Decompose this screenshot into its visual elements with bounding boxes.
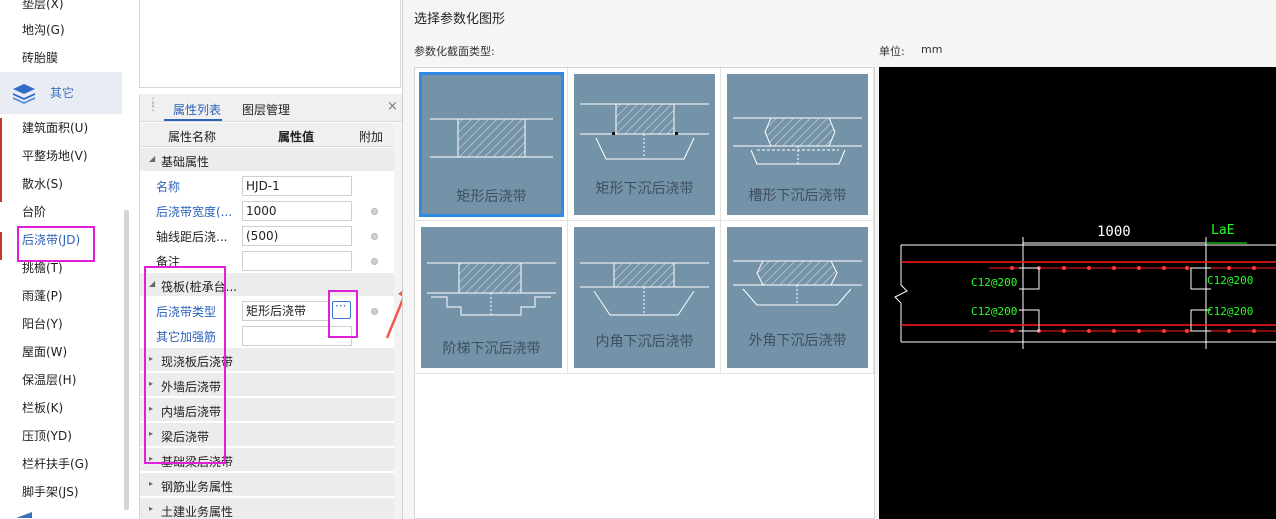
option-thumbnail: 内角下沉后浇带 (574, 227, 715, 368)
nav-item-balcony[interactable]: 阳台(Y) (22, 314, 63, 334)
cad-preview: 1000 LaE C12@200 C12@200 C12@200 C12@200 (879, 67, 1276, 519)
option-inner-angle-sunken[interactable]: 内角下沉后浇带 (568, 221, 721, 374)
option-thumbnail: 外角下沉后浇带 (727, 227, 868, 368)
close-icon[interactable]: × (387, 99, 398, 114)
unit-label: 单位: (879, 45, 905, 58)
option-label: 内角下沉后浇带 (595, 334, 694, 350)
option-thumbnail: 阶梯下沉后浇带 (421, 227, 562, 368)
group-label: 土建业务属性 (161, 505, 234, 519)
highlight-box-nav (17, 226, 95, 262)
option-label: 阶梯下沉后浇带 (442, 341, 541, 357)
option-outer-angle-sunken[interactable]: 外角下沉后浇带 (721, 221, 874, 374)
col-header-value: 属性值 (278, 130, 315, 144)
rebar-label: C12@200 (1207, 305, 1253, 318)
nav-accent-bar (0, 118, 2, 202)
option-stepped-sunken[interactable]: 阶梯下沉后浇带 (415, 221, 568, 374)
nav-bottom-icon (16, 512, 32, 518)
section-type-grid: 矩形后浇带 矩形下沉后浇带 槽形下沉后浇带 阶梯下沉后浇带 内角下沉后浇带 外角… (414, 67, 875, 519)
nav-item-steps[interactable]: 台阶 (22, 202, 46, 222)
dimension-label: 1000 (1097, 224, 1131, 240)
left-navigation: 垫层(X) 地沟(G) 砖胎膜 其它 建筑面积(U) 平整场地(V) 散水(S)… (0, 0, 131, 519)
highlight-box-ellipsis (328, 290, 358, 338)
option-thumbnail: 矩形后浇带 (419, 72, 564, 217)
option-label: 外角下沉后浇带 (748, 333, 847, 349)
col-header-name: 属性名称 (168, 130, 217, 144)
prop-label: 轴线距后浇... (156, 230, 228, 244)
nav-item-apron[interactable]: 散水(S) (22, 174, 63, 194)
option-rectangular-sunken[interactable]: 矩形下沉后浇带 (568, 68, 721, 221)
prop-value-input[interactable]: HJD-1 (242, 176, 352, 196)
prop-row-width: 后浇带宽度(... 1000 (140, 198, 394, 223)
collapse-icon: ◢ (149, 154, 156, 163)
group-row-civil-business[interactable]: ▸ 土建业务属性 (140, 498, 394, 519)
option-trough-sunken[interactable]: 槽形下沉后浇带 (721, 68, 874, 221)
unit-value: mm (921, 43, 943, 56)
rebar-label: C12@200 (1207, 274, 1253, 287)
option-label: 矩形后浇带 (456, 189, 527, 205)
nav-item-parapet[interactable]: 栏板(K) (22, 398, 63, 418)
lae-label: LaE (1211, 223, 1234, 238)
nav-item-building-area[interactable]: 建筑面积(U) (22, 118, 88, 138)
nav-item-canopy[interactable]: 雨蓬(P) (22, 286, 63, 306)
property-table-header: 属性名称 属性值 附加 (140, 123, 394, 147)
highlight-box-groups (144, 266, 226, 464)
option-label: 槽形下沉后浇带 (748, 188, 847, 204)
prop-row-axis-distance: 轴线距后浇... (500) (140, 223, 394, 248)
tab-layer-management[interactable]: 图层管理 (242, 101, 290, 118)
option-thumbnail: 矩形下沉后浇带 (574, 74, 715, 215)
extra-checkbox[interactable] (371, 308, 378, 315)
nav-item-insulation[interactable]: 保温层(H) (22, 370, 76, 390)
nav-item-scaffold[interactable]: 脚手架(JS) (22, 482, 79, 502)
nav-item-railing[interactable]: 栏杆扶手(G) (22, 454, 89, 474)
rebar-label: C12@200 (971, 276, 1017, 289)
cad-preview-drawing: 1000 LaE C12@200 C12@200 C12@200 C12@200 (894, 223, 1276, 349)
group-row-basic[interactable]: ◢ 基础属性 (140, 148, 394, 172)
nav-group-other[interactable]: 其它 (0, 72, 122, 114)
option-label: 矩形下沉后浇带 (595, 181, 694, 197)
extra-checkbox[interactable] (371, 208, 378, 215)
prop-value-input[interactable] (242, 251, 352, 271)
nav-item-cushion[interactable]: 垫层(X) (22, 0, 64, 14)
tab-property-list[interactable]: 属性列表 (173, 101, 221, 118)
nav-item-brick-membrane[interactable]: 砖胎膜 (22, 48, 58, 68)
extra-checkbox[interactable] (371, 233, 378, 240)
drawing-area-blank (139, 0, 401, 88)
nav-item-roof[interactable]: 屋面(W) (22, 342, 67, 362)
prop-row-name: 名称 HJD-1 (140, 173, 394, 198)
rebar-label: C12@200 (971, 305, 1017, 318)
nav-item-trench[interactable]: 地沟(G) (22, 20, 65, 40)
nav-scrollbar[interactable] (124, 210, 129, 510)
prop-value-input[interactable]: 矩形后浇带 (242, 301, 330, 321)
dialog-title: 选择参数化图形 (414, 12, 506, 27)
option-rectangular[interactable]: 矩形后浇带 (415, 68, 568, 221)
parametric-shape-dialog: 选择参数化图形 参数化截面类型: 单位: mm 矩形后浇带 矩形下沉后浇带 槽形… (402, 0, 1276, 519)
section-type-label: 参数化截面类型: (414, 45, 495, 58)
group-label-basic: 基础属性 (161, 155, 210, 169)
prop-label: 后浇带宽度(... (156, 205, 233, 219)
expand-icon: ▸ (149, 479, 154, 488)
prop-label: 名称 (156, 180, 181, 194)
drag-grip-icon[interactable]: ⋮ ⋮ (148, 98, 158, 114)
property-tabs: ⋮ ⋮ 属性列表 图层管理 × (140, 94, 402, 122)
layers-icon (13, 84, 35, 104)
nav-group-label: 其它 (50, 86, 75, 100)
col-header-extra: 附加 (359, 130, 384, 144)
expand-icon: ▸ (149, 504, 154, 513)
active-tab-underline (164, 119, 222, 121)
group-row-rebar-business[interactable]: ▸ 钢筋业务属性 (140, 473, 394, 497)
nav-item-site-leveling[interactable]: 平整场地(V) (22, 146, 88, 166)
option-thumbnail: 槽形下沉后浇带 (727, 74, 868, 215)
prop-value-input[interactable]: 1000 (242, 201, 352, 221)
nav-accent-bar-active (0, 232, 2, 260)
group-label: 钢筋业务属性 (161, 480, 234, 494)
nav-item-coping[interactable]: 压顶(YD) (22, 426, 72, 446)
extra-checkbox[interactable] (371, 258, 378, 265)
prop-value-input[interactable]: (500) (242, 226, 352, 246)
property-panel: ⋮ ⋮ 属性列表 图层管理 × 属性名称 属性值 附加 ◢ 基础属性 名称 HJD… (139, 94, 402, 519)
